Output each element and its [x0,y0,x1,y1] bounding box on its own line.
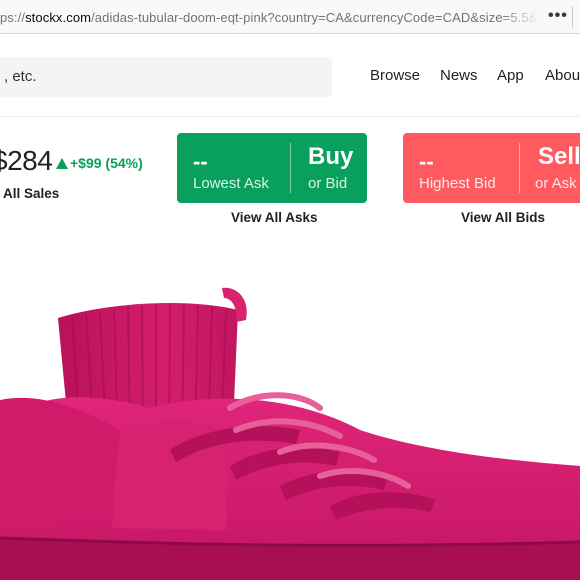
sell-label: Sell [538,143,580,170]
or-bid-label: or Bid [308,175,348,192]
view-all-asks-link[interactable]: View All Asks [231,210,318,225]
product-image [0,287,580,580]
view-all-bids-link[interactable]: View All Bids [461,210,545,225]
site-header: , etc. Browse News App About [0,35,580,117]
up-arrow-icon [56,158,68,169]
highest-bid-label: Highest Bid [419,175,496,192]
sell-button[interactable]: -- Highest Bid Sell or Ask [403,133,580,203]
toolbar-divider [572,6,573,28]
url-prefix: ps:// [0,10,26,25]
lowest-ask-label: Lowest Ask [193,175,269,192]
nav-about[interactable]: About [545,67,580,84]
buy-button[interactable]: -- Lowest Ask Buy or Bid [177,133,367,203]
more-horizontal-icon[interactable]: ••• [548,8,570,26]
price-change-value: +$99 (54%) [70,155,143,171]
buy-divider [290,143,291,193]
url-fade [500,4,540,30]
search-input[interactable]: , etc. [0,57,332,97]
or-ask-label: or Ask [535,175,577,192]
nav-news[interactable]: News [440,67,478,84]
browser-url-bar[interactable]: ps://stockx.com/adidas-tubular-doom-eqt-… [0,0,580,34]
view-all-sales-link[interactable]: All Sales [3,186,59,201]
highest-bid-value: -- [419,149,434,174]
url-text[interactable]: ps://stockx.com/adidas-tubular-doom-eqt-… [0,10,540,25]
nav-browse[interactable]: Browse [370,67,420,84]
buy-label: Buy [308,143,354,170]
last-sale-price: $284 [0,145,53,176]
url-host: stockx.com [25,10,92,25]
sell-divider [519,143,520,193]
nav-app[interactable]: App [497,67,524,84]
url-path: /adidas-tubular-doom-eqt-pink?country=CA… [91,10,540,25]
lowest-ask-value: -- [193,149,208,174]
price-change: +$99 (54%) [56,155,143,171]
search-placeholder: , etc. [4,68,37,85]
